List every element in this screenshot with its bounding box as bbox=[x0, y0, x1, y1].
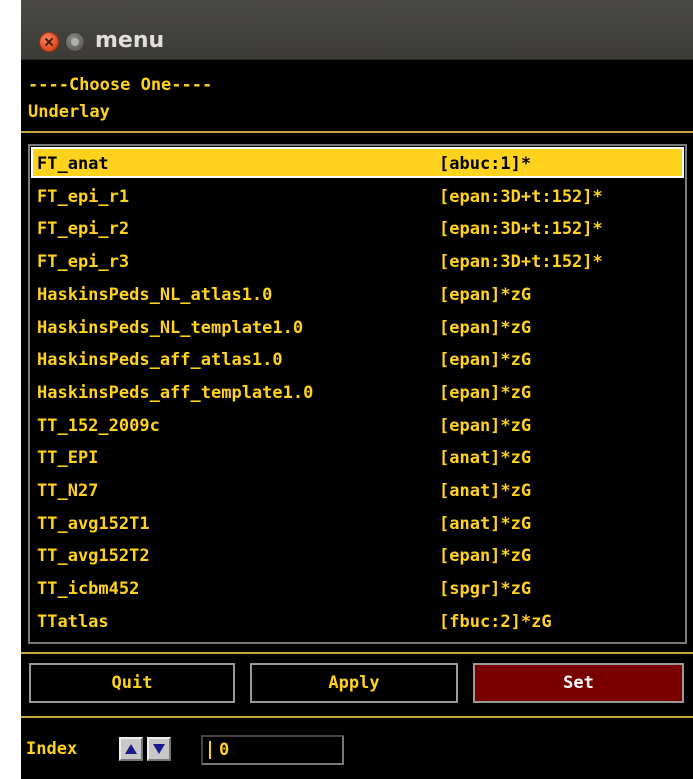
index-decrement-button[interactable] bbox=[147, 737, 171, 761]
dataset-name: HaskinsPeds_NL_atlas1.0 bbox=[37, 285, 273, 305]
dataset-name: TT_152_2009c bbox=[37, 416, 160, 436]
minimize-window-button[interactable] bbox=[65, 32, 85, 52]
dataset-row[interactable]: TT_icbm452 [spgr]*zG bbox=[31, 572, 684, 603]
dataset-info: [abuc:1]* bbox=[439, 154, 532, 174]
dataset-info: [anat]*zG bbox=[439, 448, 532, 468]
buttons-separator bbox=[21, 716, 693, 718]
dataset-row[interactable]: FT_epi_r1 [epan:3D+t:152]* bbox=[31, 180, 684, 211]
dataset-info: [spgr]*zG bbox=[439, 579, 532, 599]
dataset-info: [epan]*zG bbox=[439, 383, 532, 403]
dataset-row[interactable]: HaskinsPeds_NL_template1.0 [epan]*zG bbox=[31, 311, 684, 342]
arrow-up-icon bbox=[125, 744, 137, 754]
dataset-list[interactable]: FT_anat [abuc:1]* FT_epi_r1 [epan:3D+t:152]… bbox=[28, 144, 687, 644]
dataset-info: [epan]*zG bbox=[439, 546, 532, 566]
dataset-row[interactable]: FT_epi_r2 [epan:3D+t:152]* bbox=[31, 212, 684, 243]
dataset-info: [epan]*zG bbox=[439, 350, 532, 370]
dataset-row[interactable]: FT_anat [abuc:1]* bbox=[31, 147, 684, 178]
dataset-info: [anat]*zG bbox=[439, 481, 532, 501]
dataset-row[interactable]: TTatlas [fbuc:2]*zG bbox=[31, 605, 684, 636]
set-button[interactable]: Set bbox=[473, 663, 684, 703]
index-input[interactable]: 0 bbox=[201, 735, 344, 765]
dataset-row[interactable]: TT_EPI [anat]*zG bbox=[31, 441, 684, 472]
dataset-name: FT_epi_r1 bbox=[37, 187, 130, 207]
dataset-info: [epan]*zG bbox=[439, 416, 532, 436]
dataset-row[interactable]: TT_152_2009c [epan]*zG bbox=[31, 409, 684, 440]
dataset-info: [epan:3D+t:152]* bbox=[439, 252, 603, 272]
header-separator bbox=[21, 131, 693, 133]
close-window-button[interactable] bbox=[39, 32, 59, 52]
dataset-info: [epan]*zG bbox=[439, 318, 532, 338]
dataset-row[interactable]: HaskinsPeds_aff_atlas1.0 [epan]*zG bbox=[31, 343, 684, 374]
dataset-row[interactable]: TT_N27 [anat]*zG bbox=[31, 474, 684, 505]
choose-one-label: ----Choose One---- bbox=[28, 75, 213, 95]
index-increment-button[interactable] bbox=[119, 737, 143, 761]
window-title: menu bbox=[95, 28, 165, 53]
list-separator bbox=[21, 652, 693, 654]
underlay-label: Underlay bbox=[28, 102, 110, 122]
dataset-info: [epan:3D+t:152]* bbox=[439, 219, 603, 239]
index-value: 0 bbox=[219, 740, 230, 760]
dataset-name: TTatlas bbox=[37, 612, 109, 632]
text-cursor bbox=[209, 741, 211, 759]
title-bar: menu bbox=[21, 0, 693, 60]
apply-button[interactable]: Apply bbox=[250, 663, 458, 703]
dataset-name: TT_EPI bbox=[37, 448, 99, 468]
dataset-name: FT_epi_r3 bbox=[37, 252, 130, 272]
dataset-name: HaskinsPeds_NL_template1.0 bbox=[37, 318, 304, 338]
dataset-info: [fbuc:2]*zG bbox=[439, 612, 552, 632]
dataset-row[interactable]: TT_avg152T1 [anat]*zG bbox=[31, 507, 684, 538]
dataset-name: HaskinsPeds_aff_template1.0 bbox=[37, 383, 314, 403]
dataset-name: TT_N27 bbox=[37, 481, 99, 501]
dataset-info: [epan:3D+t:152]* bbox=[439, 187, 603, 207]
dataset-row[interactable]: TT_avg152T2 [epan]*zG bbox=[31, 539, 684, 570]
dataset-name: TT_icbm452 bbox=[37, 579, 140, 599]
menu-window: menu ----Choose One---- Underlay FT_anat… bbox=[21, 0, 693, 779]
quit-button[interactable]: Quit bbox=[29, 663, 235, 703]
dataset-name: FT_epi_r2 bbox=[37, 219, 130, 239]
dataset-row[interactable]: FT_epi_r3 [epan:3D+t:152]* bbox=[31, 245, 684, 276]
dataset-row[interactable]: HaskinsPeds_NL_atlas1.0 [epan]*zG bbox=[31, 278, 684, 309]
dataset-row[interactable]: HaskinsPeds_aff_template1.0 [epan]*zG bbox=[31, 376, 684, 407]
dataset-name: FT_anat bbox=[37, 154, 109, 174]
arrow-down-icon bbox=[153, 744, 165, 754]
index-label: Index bbox=[26, 739, 78, 759]
dataset-info: [anat]*zG bbox=[439, 514, 532, 534]
dataset-name: HaskinsPeds_aff_atlas1.0 bbox=[37, 350, 283, 370]
dataset-name: TT_avg152T1 bbox=[37, 514, 150, 534]
dataset-name: TT_avg152T2 bbox=[37, 546, 150, 566]
dataset-info: [epan]*zG bbox=[439, 285, 532, 305]
